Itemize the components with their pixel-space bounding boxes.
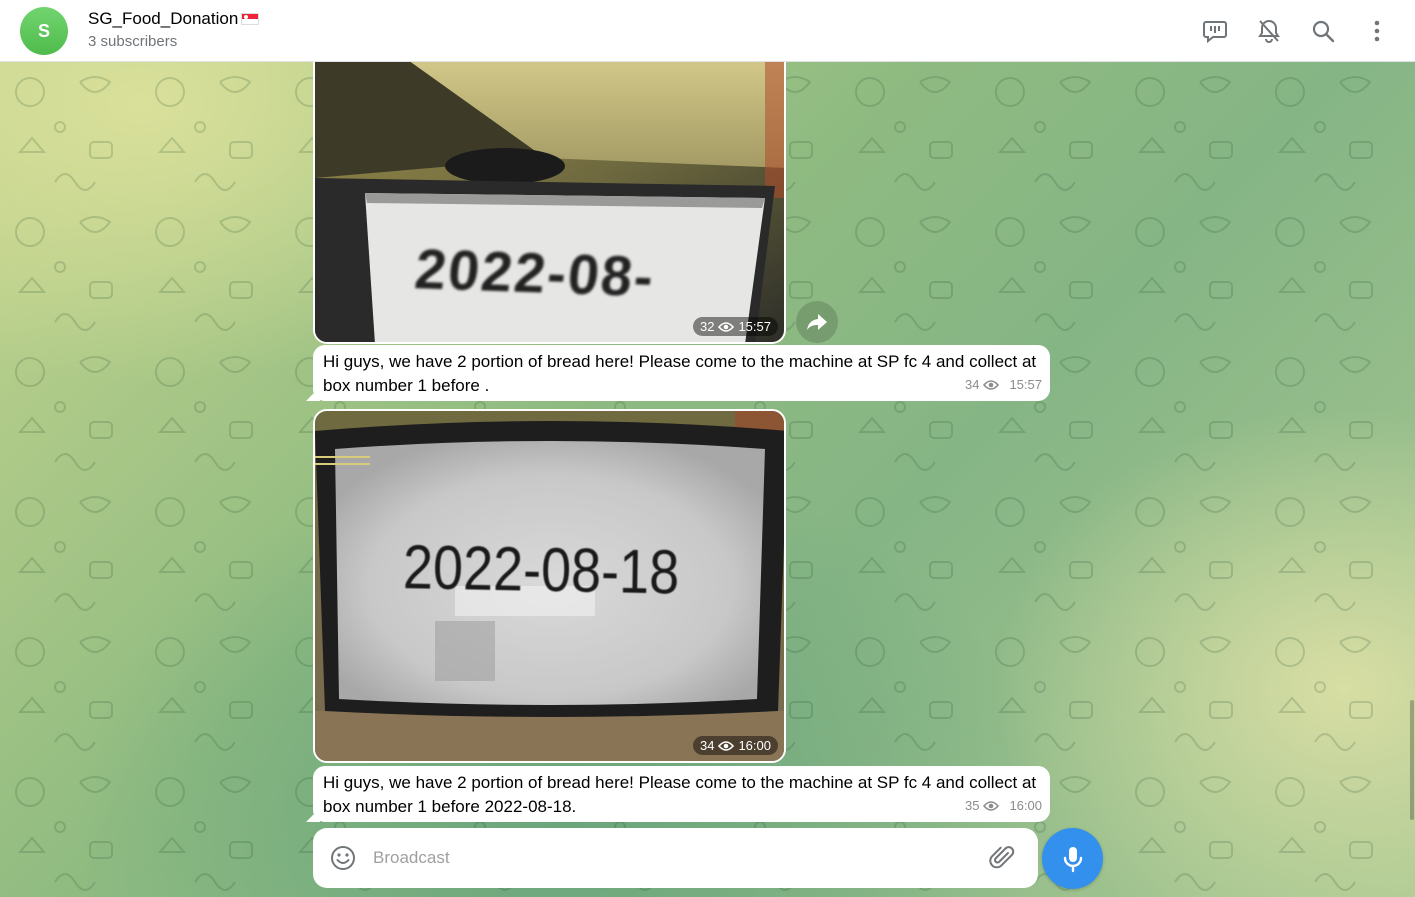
message-meta: 35 16:00 <box>965 794 1042 818</box>
search-button[interactable] <box>1305 13 1341 49</box>
more-button[interactable] <box>1359 13 1395 49</box>
message-time: 16:00 <box>1009 798 1042 813</box>
channel-title-text: SG_Food_Donation <box>88 9 239 28</box>
message-photo[interactable]: 2022-08- 32 15:57 <box>313 62 786 344</box>
message-meta: 34 15:57 <box>965 373 1042 397</box>
eye-icon <box>983 801 1000 811</box>
voice-record-button[interactable] <box>1042 828 1103 889</box>
message-time: 15:57 <box>738 319 771 334</box>
broadcast-input[interactable] <box>373 842 973 874</box>
message-text: Hi guys, we have 2 portion of bread here… <box>323 352 1037 395</box>
message-text: Hi guys, we have 2 portion of bread here… <box>323 773 1037 816</box>
forward-arrow-icon <box>807 314 827 330</box>
more-vertical-icon <box>1374 20 1380 42</box>
photo-date-text: 2022-08-18 <box>402 532 680 608</box>
chat-scrollbar[interactable] <box>1410 700 1414 820</box>
message-bubble[interactable]: Hi guys, we have 2 portion of bread here… <box>306 345 1050 401</box>
channel-avatar[interactable]: S <box>20 7 68 55</box>
emoji-icon[interactable] <box>329 844 357 872</box>
message-composer <box>313 828 1038 888</box>
view-count: 35 <box>964 798 980 813</box>
channel-title[interactable]: SG_Food_Donation <box>88 9 260 29</box>
chat-header: S SG_Food_Donation 3 subscribers <box>0 0 1415 62</box>
message-time: 15:57 <box>1009 377 1042 392</box>
subscriber-count: 3 subscribers <box>88 33 178 50</box>
photo-meta: 34 16:00 <box>692 736 778 755</box>
message-bubble[interactable]: Hi guys, we have 2 portion of bread here… <box>306 766 1050 822</box>
photo-meta: 32 15:57 <box>692 317 778 336</box>
discuss-icon <box>1203 21 1227 44</box>
eye-icon <box>983 380 1000 390</box>
message-photo[interactable]: 2022-08-18 34 16:00 <box>313 409 786 763</box>
view-count: 32 <box>699 319 715 334</box>
eye-icon <box>718 740 735 751</box>
eye-icon <box>718 321 735 332</box>
chat-area[interactable]: 2022-08- 32 15:57 Hi guys, we have 2 por… <box>0 62 1415 897</box>
view-count: 34 <box>699 738 715 753</box>
message-time: 16:00 <box>738 738 771 753</box>
view-count: 34 <box>964 377 980 392</box>
photo-date-text: 2022-08- <box>412 236 659 309</box>
mute-bell-icon <box>1258 19 1280 43</box>
mute-button[interactable] <box>1251 13 1287 49</box>
search-icon <box>1312 20 1335 43</box>
forward-button[interactable] <box>796 301 838 343</box>
singapore-flag-icon <box>241 13 260 25</box>
attach-clip-icon[interactable] <box>988 844 1016 872</box>
discuss-button[interactable] <box>1197 13 1233 49</box>
microphone-icon <box>1063 846 1082 872</box>
